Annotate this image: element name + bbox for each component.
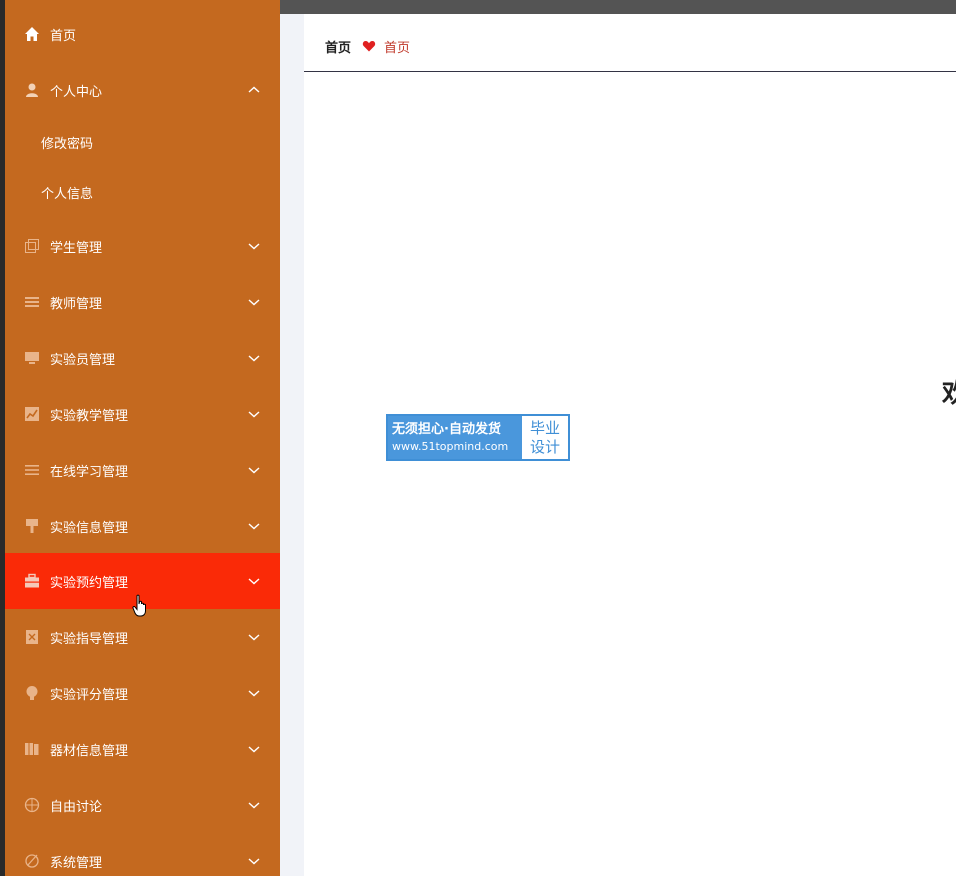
- menu-icon: [24, 462, 40, 478]
- hand-cursor-icon: [132, 594, 146, 617]
- chevron-down-icon: [248, 243, 260, 250]
- file-icon: [24, 629, 40, 645]
- chevron-down-icon: [248, 634, 260, 641]
- pin-icon: [24, 518, 40, 534]
- sidebar-item-personal-center[interactable]: 个人中心: [5, 62, 280, 118]
- sidebar-item-equipment[interactable]: 器材信息管理: [5, 721, 280, 777]
- list-icon: [24, 294, 40, 310]
- sidebar-item-label: 实验员管理: [50, 352, 116, 368]
- no-icon: [24, 853, 40, 869]
- sidebar-item-label: 学生管理: [50, 240, 103, 256]
- sidebar-item-label: 在线学习管理: [50, 464, 129, 480]
- books-icon: [24, 741, 40, 757]
- breadcrumb-current: 首页: [384, 41, 411, 56]
- sidebar-subitem-label: 修改密码: [41, 136, 94, 152]
- sidebar-item-lab-info[interactable]: 实验信息管理: [5, 498, 280, 554]
- chevron-up-icon: [248, 86, 260, 93]
- sidebar-item-label: 实验评分管理: [50, 687, 129, 703]
- monitor-icon: [24, 350, 40, 366]
- chevron-down-icon: [248, 523, 260, 530]
- content-gutter: [280, 14, 304, 876]
- breadcrumb-home-link[interactable]: 首页: [325, 37, 351, 56]
- sidebar-item-label: 个人中心: [50, 84, 103, 100]
- chevron-down-icon: [248, 299, 260, 306]
- watermark-tag: 毕业 设计: [522, 416, 568, 459]
- sidebar-item-system[interactable]: 系统管理: [5, 833, 280, 876]
- chevron-down-icon: [248, 467, 260, 474]
- sidebar-item-students[interactable]: 学生管理: [5, 218, 280, 274]
- sidebar-subitem-label: 个人信息: [41, 186, 94, 202]
- watermark-tag-line2: 设计: [529, 437, 560, 456]
- watermark-text-block: 无须担心·自动发货 www.51topmind.com: [388, 416, 522, 459]
- chevron-down-icon: [248, 802, 260, 809]
- content-area: 欢: [304, 73, 956, 876]
- welcome-title: 欢: [942, 379, 956, 409]
- compass-icon: [24, 797, 40, 813]
- sidebar-item-label: 实验信息管理: [50, 520, 129, 536]
- sidebar-item-lab-scoring[interactable]: 实验评分管理: [5, 665, 280, 721]
- sidebar-item-label: 教师管理: [50, 296, 103, 312]
- sidebar-item-lab-staff[interactable]: 实验员管理: [5, 330, 280, 386]
- sidebar: 首页 个人中心 修改密码 个人信息 学生管理 教师管理 实验员管理 实验教学管理…: [5, 0, 280, 876]
- sidebar-item-label: 系统管理: [50, 855, 103, 871]
- watermark-url: www.51topmind.com: [392, 439, 509, 453]
- chevron-down-icon: [248, 858, 260, 865]
- sidebar-item-label: 实验预约管理: [50, 575, 129, 591]
- sidebar-item-home[interactable]: 首页: [5, 6, 280, 62]
- chevron-down-icon: [248, 690, 260, 697]
- sidebar-subitem-personal-info[interactable]: 个人信息: [5, 167, 280, 217]
- sidebar-item-label: 器材信息管理: [50, 743, 129, 759]
- sidebar-item-label: 实验教学管理: [50, 408, 129, 424]
- chevron-down-icon: [248, 355, 260, 362]
- chevron-down-icon: [248, 411, 260, 418]
- breadcrumb: 首页 首页: [304, 22, 956, 72]
- chevron-down-icon: [248, 578, 260, 585]
- sidebar-item-lab-teaching[interactable]: 实验教学管理: [5, 386, 280, 442]
- heart-icon: [362, 41, 376, 52]
- sidebar-item-discussion[interactable]: 自由讨论: [5, 777, 280, 833]
- sidebar-item-teachers[interactable]: 教师管理: [5, 274, 280, 330]
- sidebar-item-label: 自由讨论: [50, 799, 103, 815]
- sidebar-item-label: 首页: [50, 28, 77, 44]
- watermark-tag-line1: 毕业: [529, 418, 560, 437]
- watermark-badge: 无须担心·自动发货 www.51topmind.com 毕业 设计: [386, 414, 570, 461]
- sidebar-item-online-learning[interactable]: 在线学习管理: [5, 442, 280, 498]
- bulb-icon: [24, 685, 40, 701]
- copy-icon: [24, 238, 40, 254]
- chart-icon: [24, 406, 40, 422]
- watermark-slogan: 无须担心·自动发货: [392, 421, 501, 437]
- user-icon: [24, 82, 40, 98]
- chevron-down-icon: [248, 746, 260, 753]
- sidebar-item-label: 实验指导管理: [50, 631, 129, 647]
- briefcase-icon: [24, 573, 40, 589]
- sidebar-subitem-change-password[interactable]: 修改密码: [5, 117, 280, 167]
- home-icon: [24, 26, 40, 42]
